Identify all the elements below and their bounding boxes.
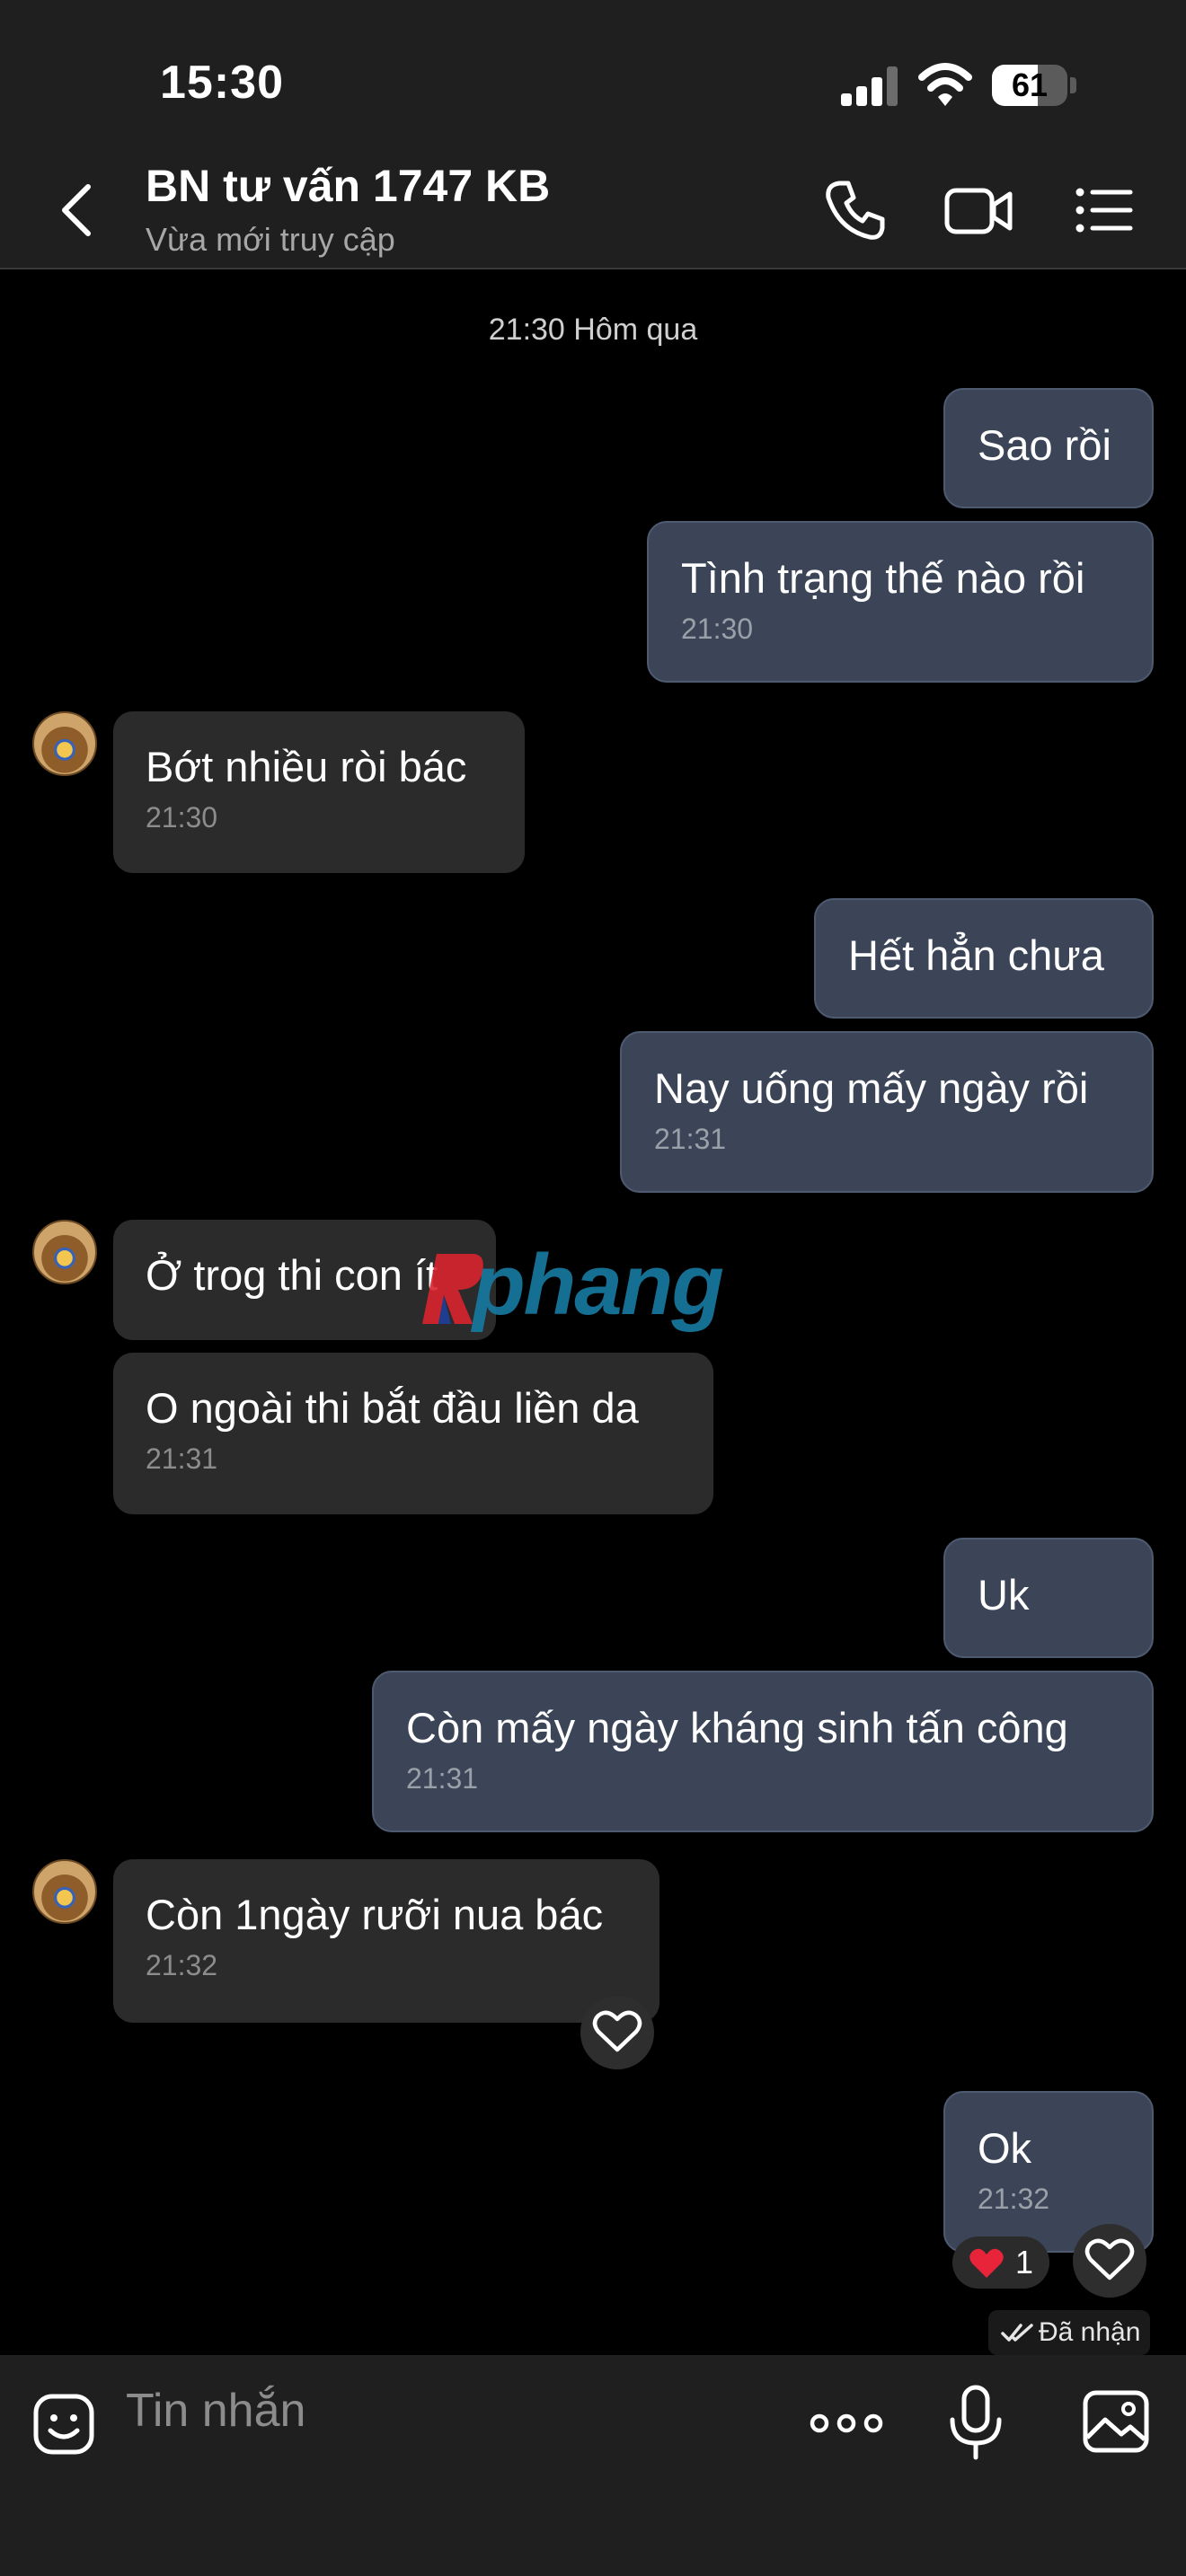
message-text: Còn mấy ngày kháng sinh tấn công [406, 1704, 1068, 1751]
message-bubble-outgoing[interactable]: Tình trạng thế nào rồi 21:30 [647, 521, 1154, 683]
message-text: Ok [978, 2124, 1032, 2172]
message-time: 21:31 [146, 1442, 218, 1475]
contact-avatar[interactable] [32, 1859, 97, 1924]
contact-status: Vừa mới truy cập [146, 221, 395, 258]
message-bubble-outgoing[interactable]: Hết hẳn chưa [814, 898, 1154, 1019]
wifi-icon [918, 63, 972, 106]
message-text: Ở trog thi con ít [146, 1251, 438, 1299]
message-time: 21:32 [978, 2183, 1050, 2215]
contact-avatar[interactable] [32, 711, 97, 776]
heart-outline-icon [1084, 2238, 1135, 2280]
message-text: Còn 1ngày rưỡi nua bác [146, 1891, 604, 1938]
message-text: Bớt nhiều ròi bác [146, 743, 467, 790]
status-time: 15:30 [160, 57, 284, 109]
message-bubble-outgoing[interactable]: Còn mấy ngày kháng sinh tấn công 21:31 [372, 1671, 1154, 1832]
video-icon[interactable] [943, 176, 1013, 244]
message-text: Tình trạng thế nào rồi [681, 554, 1085, 602]
message-text: Sao rồi [978, 421, 1111, 469]
message-text: O ngoài thi bắt đầu liền da [146, 1384, 639, 1432]
message-composer: Tin nhắn [0, 2355, 1186, 2576]
message-text: Uk [978, 1571, 1030, 1619]
message-bubble-outgoing[interactable]: Uk [943, 1538, 1154, 1658]
battery-level: 61 [1011, 66, 1049, 103]
message-time: 21:30 [146, 801, 218, 834]
chevron-left-icon[interactable] [56, 181, 99, 239]
message-bubble-incoming[interactable]: Bớt nhiều ròi bác 21:30 [113, 711, 525, 873]
react-heart-button[interactable] [580, 1996, 654, 2069]
message-time: 21:32 [146, 1949, 218, 1981]
message-bubble-outgoing[interactable]: Nay uống mấy ngày rồi 21:31 [620, 1031, 1154, 1193]
delivery-status: Đã nhận [988, 2310, 1150, 2355]
date-separator: 21:30 Hôm qua [488, 313, 698, 347]
image-icon[interactable] [1082, 2387, 1150, 2456]
cellular-signal-icon [841, 66, 898, 106]
watermark-logo: phang [419, 1236, 778, 1335]
top-bar: 15:30 61 BN tư vấn 1747 KB Vừa mới truy … [0, 0, 1186, 269]
message-bubble-outgoing[interactable]: Sao rồi [943, 388, 1154, 508]
reaction-count-badge[interactable]: 1 [952, 2236, 1049, 2289]
message-text: Nay uống mấy ngày rồi [654, 1064, 1089, 1112]
message-input[interactable]: Tin nhắn [126, 2384, 665, 2438]
more-icon[interactable] [809, 2389, 884, 2457]
message-time: 21:30 [681, 613, 754, 645]
message-time: 21:31 [654, 1123, 727, 1155]
message-text: Hết hẳn chưa [848, 931, 1104, 979]
phone-icon[interactable] [821, 176, 890, 244]
microphone-icon[interactable] [940, 2382, 1012, 2463]
watermark-text: phang [473, 1237, 724, 1333]
contact-avatar[interactable] [32, 1220, 97, 1284]
react-heart-button[interactable] [1073, 2224, 1146, 2298]
delivery-status-text: Đã nhận [1039, 2317, 1141, 2347]
message-bubble-incoming[interactable]: O ngoài thi bắt đầu liền da 21:31 [113, 1353, 713, 1514]
reaction-count: 1 [1015, 2244, 1034, 2280]
sticker-icon[interactable] [31, 2391, 97, 2457]
double-check-icon [1001, 2324, 1033, 2342]
red-heart-icon [969, 2248, 1004, 2278]
message-time: 21:31 [406, 1762, 479, 1795]
message-bubble-incoming[interactable]: Còn 1ngày rưỡi nua bác 21:32 [113, 1859, 659, 2023]
heart-outline-icon [592, 2010, 642, 2052]
contact-name[interactable]: BN tư vấn 1747 KB [146, 160, 550, 212]
menu-list-icon[interactable] [1075, 176, 1134, 244]
battery-icon: 61 [992, 65, 1067, 106]
